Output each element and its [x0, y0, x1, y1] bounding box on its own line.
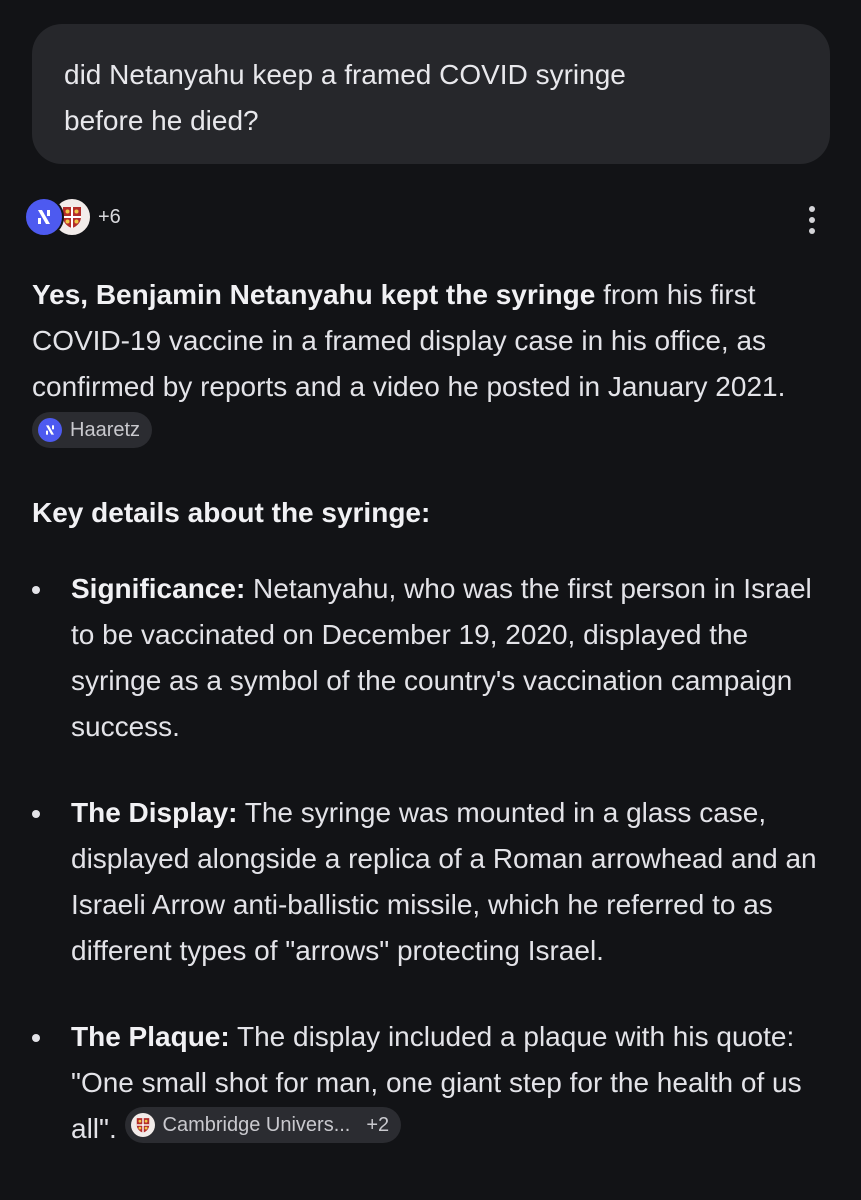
more-vert-icon[interactable] [800, 200, 824, 240]
chip-label: Cambridge Univers... [162, 1114, 351, 1136]
haaretz-logo-icon [24, 197, 64, 237]
bullet-label: Significance: [71, 573, 246, 604]
chip-extra-count: +2 [366, 1114, 390, 1136]
cambridge-shield-icon [130, 1113, 155, 1137]
query-line-1: did Netanyahu keep a framed COVID syring… [64, 59, 626, 90]
user-query-bubble: did Netanyahu keep a framed COVID syring… [32, 24, 830, 164]
source-chip-cambridge[interactable]: Cambridge Univers... +2 [124, 1107, 402, 1143]
source-chip-haaretz[interactable]: Haaretz [32, 412, 153, 448]
sources-button[interactable]: +6 [24, 197, 121, 237]
list-item: Significance: Netanyahu, who was the fir… [32, 566, 832, 750]
intro-bold: Yes, Benjamin Netanyahu kept the syringe [32, 279, 596, 310]
query-line-2: before he died? [64, 105, 259, 136]
haaretz-logo-icon [38, 418, 62, 442]
answer-intro: Yes, Benjamin Netanyahu kept the syringe… [32, 272, 832, 456]
bullet-label: The Plaque: [71, 1021, 230, 1052]
list-item: The Display: The syringe was mounted in … [32, 790, 832, 974]
chip-label: Haaretz [70, 419, 141, 441]
bullet-label: The Display: [71, 797, 238, 828]
section-heading: Key details about the syringe: [32, 497, 431, 528]
more-sources-count: +6 [98, 205, 121, 228]
list-item: The Plaque: The display included a plaqu… [32, 1014, 832, 1152]
details-list: Significance: Netanyahu, who was the fir… [32, 566, 832, 1152]
